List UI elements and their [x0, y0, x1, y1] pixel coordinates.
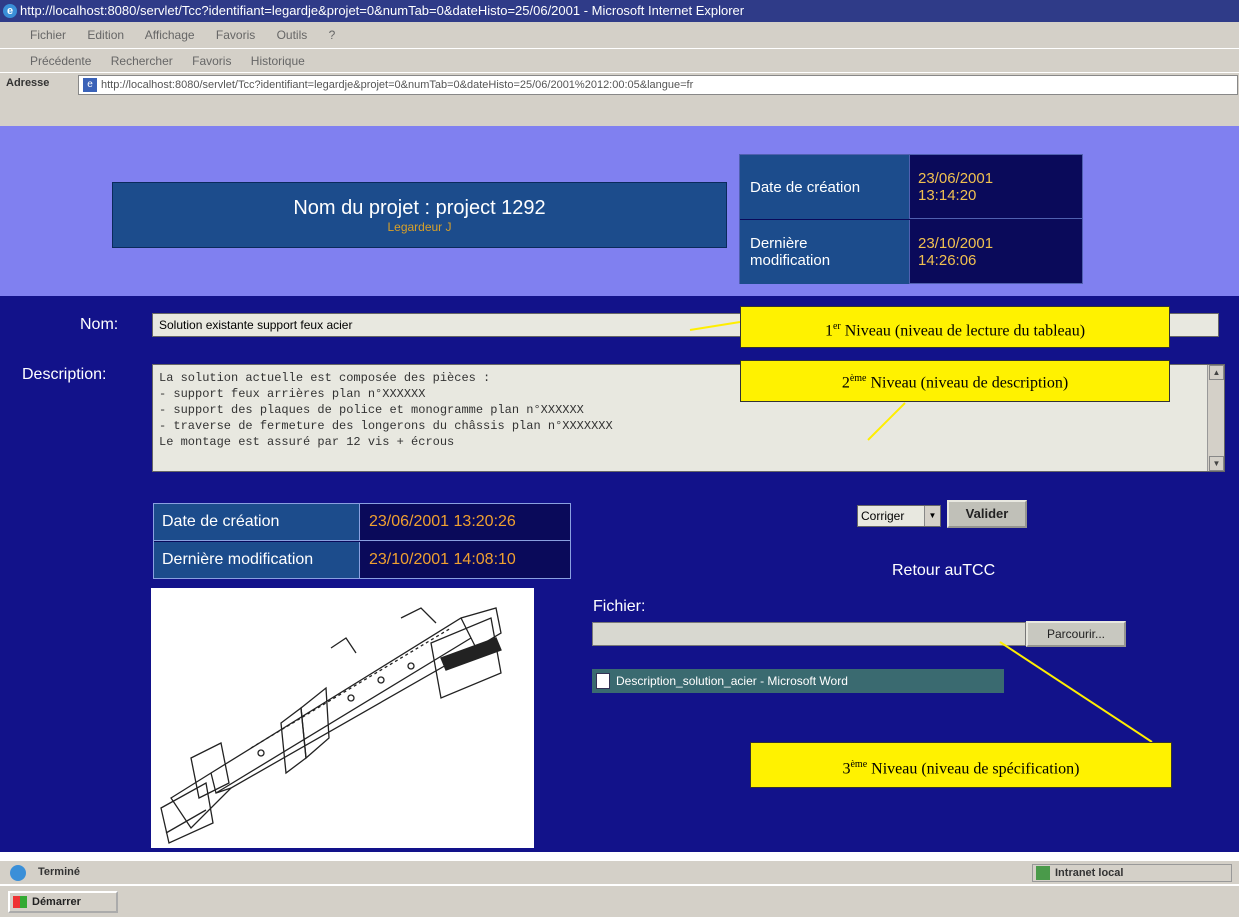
callout-level-1: 1er Niveau (niveau de lecture du tableau… [740, 306, 1170, 348]
callout-1-number: 1 [824, 322, 833, 340]
callout-2-number: 2 [841, 374, 850, 392]
callout-line-2 [867, 402, 906, 441]
callout-3-sup: ème [850, 759, 868, 770]
callout-2-text: Niveau (niveau de description) [866, 374, 1069, 392]
windows-logo-icon [13, 896, 27, 908]
intranet-icon [1036, 866, 1050, 880]
taskbar: Démarrer [0, 884, 1239, 917]
zone-text: Intranet local [1055, 867, 1124, 879]
callout-1-sup: er [832, 321, 841, 332]
start-button[interactable]: Démarrer [8, 891, 118, 913]
security-zone: Intranet local [1032, 864, 1232, 882]
status-text: Terminé [38, 866, 80, 878]
status-bar: Terminé Intranet local [0, 860, 1239, 884]
callout-1-text: Niveau (niveau de lecture du tableau) [840, 322, 1086, 340]
callout-level-2: 2ème Niveau (niveau de description) [740, 360, 1170, 402]
callout-2-sup: ème [849, 373, 867, 384]
callout-3-text: Niveau (niveau de spécification) [867, 760, 1080, 778]
callout-level-3: 3ème Niveau (niveau de spécification) [750, 742, 1172, 788]
callout-line-1 [689, 321, 741, 331]
page-status-icon [10, 865, 26, 881]
callout-line-3 [999, 641, 1153, 743]
start-label: Démarrer [32, 896, 81, 908]
